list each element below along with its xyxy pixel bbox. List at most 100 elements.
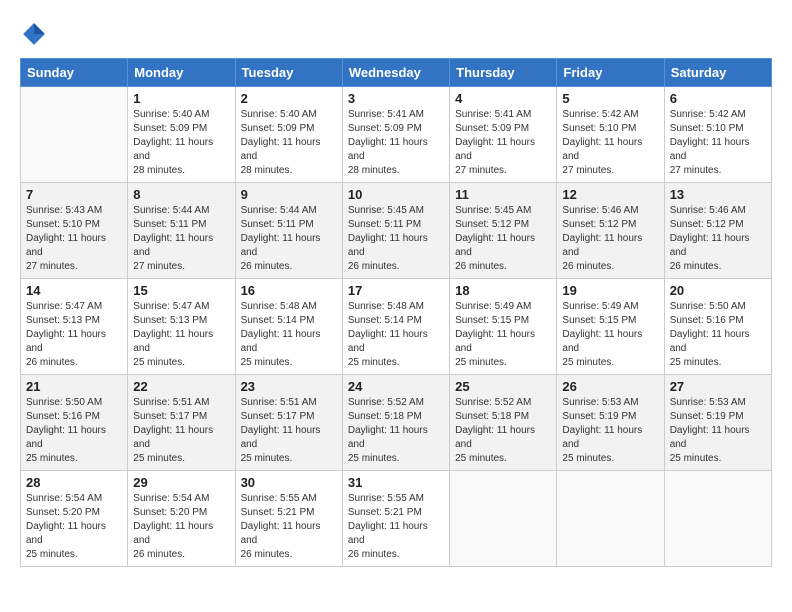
day-info: Sunrise: 5:42 AMSunset: 5:10 PMDaylight:… [562, 108, 658, 178]
day-info: Sunrise: 5:44 AMSunset: 5:11 PMDaylight:… [133, 204, 229, 274]
day-number: 4 [455, 91, 551, 106]
day-number: 7 [26, 187, 122, 202]
day-number: 31 [348, 475, 444, 490]
calendar-cell: 12 Sunrise: 5:46 AMSunset: 5:12 PMDayligh… [557, 183, 664, 279]
day-info: Sunrise: 5:41 AMSunset: 5:09 PMDaylight:… [348, 108, 444, 178]
calendar-cell: 25 Sunrise: 5:52 AMSunset: 5:18 PMDayligh… [450, 375, 557, 471]
day-number: 24 [348, 379, 444, 394]
day-number: 30 [241, 475, 337, 490]
day-info: Sunrise: 5:43 AMSunset: 5:10 PMDaylight:… [26, 204, 122, 274]
calendar-cell: 16 Sunrise: 5:48 AMSunset: 5:14 PMDayligh… [235, 279, 342, 375]
calendar-cell: 6 Sunrise: 5:42 AMSunset: 5:10 PMDaylight… [664, 87, 771, 183]
calendar-cell: 2Sunrise: 5:40 AMSunset: 5:09 PMDaylight… [235, 87, 342, 183]
day-number: 11 [455, 187, 551, 202]
calendar-cell [664, 471, 771, 567]
day-number: 28 [26, 475, 122, 490]
day-number: 1 [133, 91, 229, 106]
calendar-cell: 15 Sunrise: 5:47 AMSunset: 5:13 PMDayligh… [128, 279, 235, 375]
day-number: 13 [670, 187, 766, 202]
calendar-cell: 23 Sunrise: 5:51 AMSunset: 5:17 PMDayligh… [235, 375, 342, 471]
day-number: 14 [26, 283, 122, 298]
calendar-cell: 1 Sunrise: 5:40 AMSunset: 5:09 PMDaylight… [128, 87, 235, 183]
calendar-cell: 19 Sunrise: 5:49 AMSunset: 5:15 PMDayligh… [557, 279, 664, 375]
calendar-cell: 3Sunrise: 5:41 AMSunset: 5:09 PMDaylight… [342, 87, 449, 183]
day-info: Sunrise: 5:55 AMSunset: 5:21 PMDaylight:… [241, 492, 337, 562]
calendar-header-friday: Friday [557, 59, 664, 87]
day-number: 16 [241, 283, 337, 298]
day-info: Sunrise: 5:53 AMSunset: 5:19 PMDaylight:… [670, 396, 766, 466]
calendar-cell: 17Sunrise: 5:48 AMSunset: 5:14 PMDayligh… [342, 279, 449, 375]
calendar-cell: 5 Sunrise: 5:42 AMSunset: 5:10 PMDaylight… [557, 87, 664, 183]
calendar-header-sunday: Sunday [21, 59, 128, 87]
day-number: 20 [670, 283, 766, 298]
logo [20, 20, 52, 48]
calendar-cell: 14 Sunrise: 5:47 AMSunset: 5:13 PMDayligh… [21, 279, 128, 375]
day-number: 19 [562, 283, 658, 298]
calendar-week-row: 1 Sunrise: 5:40 AMSunset: 5:09 PMDaylight… [21, 87, 772, 183]
day-info: Sunrise: 5:42 AMSunset: 5:10 PMDaylight:… [670, 108, 766, 178]
day-info: Sunrise: 5:47 AMSunset: 5:13 PMDaylight:… [133, 300, 229, 370]
day-number: 9 [241, 187, 337, 202]
calendar-week-row: 28 Sunrise: 5:54 AMSunset: 5:20 PMDayligh… [21, 471, 772, 567]
day-info: Sunrise: 5:49 AMSunset: 5:15 PMDaylight:… [455, 300, 551, 370]
calendar: SundayMondayTuesdayWednesdayThursdayFrid… [20, 58, 772, 567]
day-info: Sunrise: 5:51 AMSunset: 5:17 PMDaylight:… [133, 396, 229, 466]
calendar-header-thursday: Thursday [450, 59, 557, 87]
calendar-cell: 7 Sunrise: 5:43 AMSunset: 5:10 PMDaylight… [21, 183, 128, 279]
day-info: Sunrise: 5:45 AMSunset: 5:11 PMDaylight:… [348, 204, 444, 274]
day-info: Sunrise: 5:44 AMSunset: 5:11 PMDaylight:… [241, 204, 337, 274]
calendar-cell: 29Sunrise: 5:54 AMSunset: 5:20 PMDayligh… [128, 471, 235, 567]
calendar-cell: 20 Sunrise: 5:50 AMSunset: 5:16 PMDayligh… [664, 279, 771, 375]
header [20, 20, 772, 48]
calendar-header-monday: Monday [128, 59, 235, 87]
day-number: 2 [241, 91, 337, 106]
day-info: Sunrise: 5:49 AMSunset: 5:15 PMDaylight:… [562, 300, 658, 370]
day-number: 27 [670, 379, 766, 394]
calendar-header-row: SundayMondayTuesdayWednesdayThursdayFrid… [21, 59, 772, 87]
day-number: 22 [133, 379, 229, 394]
day-info: Sunrise: 5:52 AMSunset: 5:18 PMDaylight:… [455, 396, 551, 466]
calendar-cell: 26 Sunrise: 5:53 AMSunset: 5:19 PMDayligh… [557, 375, 664, 471]
calendar-header-wednesday: Wednesday [342, 59, 449, 87]
calendar-week-row: 21Sunrise: 5:50 AMSunset: 5:16 PMDayligh… [21, 375, 772, 471]
day-number: 29 [133, 475, 229, 490]
day-info: Sunrise: 5:51 AMSunset: 5:17 PMDaylight:… [241, 396, 337, 466]
day-info: Sunrise: 5:50 AMSunset: 5:16 PMDaylight:… [26, 396, 122, 466]
day-number: 6 [670, 91, 766, 106]
day-info: Sunrise: 5:45 AMSunset: 5:12 PMDaylight:… [455, 204, 551, 274]
day-info: Sunrise: 5:50 AMSunset: 5:16 PMDaylight:… [670, 300, 766, 370]
day-info: Sunrise: 5:46 AMSunset: 5:12 PMDaylight:… [670, 204, 766, 274]
calendar-cell: 30 Sunrise: 5:55 AMSunset: 5:21 PMDayligh… [235, 471, 342, 567]
day-number: 5 [562, 91, 658, 106]
calendar-header-saturday: Saturday [664, 59, 771, 87]
calendar-cell: 8Sunrise: 5:44 AMSunset: 5:11 PMDaylight… [128, 183, 235, 279]
day-info: Sunrise: 5:41 AMSunset: 5:09 PMDaylight:… [455, 108, 551, 178]
day-info: Sunrise: 5:54 AMSunset: 5:20 PMDaylight:… [26, 492, 122, 562]
day-number: 23 [241, 379, 337, 394]
day-number: 18 [455, 283, 551, 298]
day-info: Sunrise: 5:52 AMSunset: 5:18 PMDaylight:… [348, 396, 444, 466]
day-info: Sunrise: 5:48 AMSunset: 5:14 PMDaylight:… [241, 300, 337, 370]
calendar-cell: 4 Sunrise: 5:41 AMSunset: 5:09 PMDaylight… [450, 87, 557, 183]
calendar-week-row: 7 Sunrise: 5:43 AMSunset: 5:10 PMDaylight… [21, 183, 772, 279]
day-info: Sunrise: 5:47 AMSunset: 5:13 PMDaylight:… [26, 300, 122, 370]
day-number: 25 [455, 379, 551, 394]
calendar-cell: 31Sunrise: 5:55 AMSunset: 5:21 PMDayligh… [342, 471, 449, 567]
calendar-cell: 9 Sunrise: 5:44 AMSunset: 5:11 PMDaylight… [235, 183, 342, 279]
day-info: Sunrise: 5:53 AMSunset: 5:19 PMDaylight:… [562, 396, 658, 466]
day-number: 10 [348, 187, 444, 202]
day-info: Sunrise: 5:46 AMSunset: 5:12 PMDaylight:… [562, 204, 658, 274]
calendar-cell: 11 Sunrise: 5:45 AMSunset: 5:12 PMDayligh… [450, 183, 557, 279]
day-number: 12 [562, 187, 658, 202]
day-info: Sunrise: 5:40 AMSunset: 5:09 PMDaylight:… [133, 108, 229, 178]
calendar-week-row: 14 Sunrise: 5:47 AMSunset: 5:13 PMDayligh… [21, 279, 772, 375]
day-number: 26 [562, 379, 658, 394]
calendar-cell [21, 87, 128, 183]
calendar-cell [450, 471, 557, 567]
calendar-header-tuesday: Tuesday [235, 59, 342, 87]
calendar-cell: 21Sunrise: 5:50 AMSunset: 5:16 PMDayligh… [21, 375, 128, 471]
day-number: 15 [133, 283, 229, 298]
calendar-cell: 18 Sunrise: 5:49 AMSunset: 5:15 PMDayligh… [450, 279, 557, 375]
calendar-cell: 28 Sunrise: 5:54 AMSunset: 5:20 PMDayligh… [21, 471, 128, 567]
day-info: Sunrise: 5:48 AMSunset: 5:14 PMDaylight:… [348, 300, 444, 370]
